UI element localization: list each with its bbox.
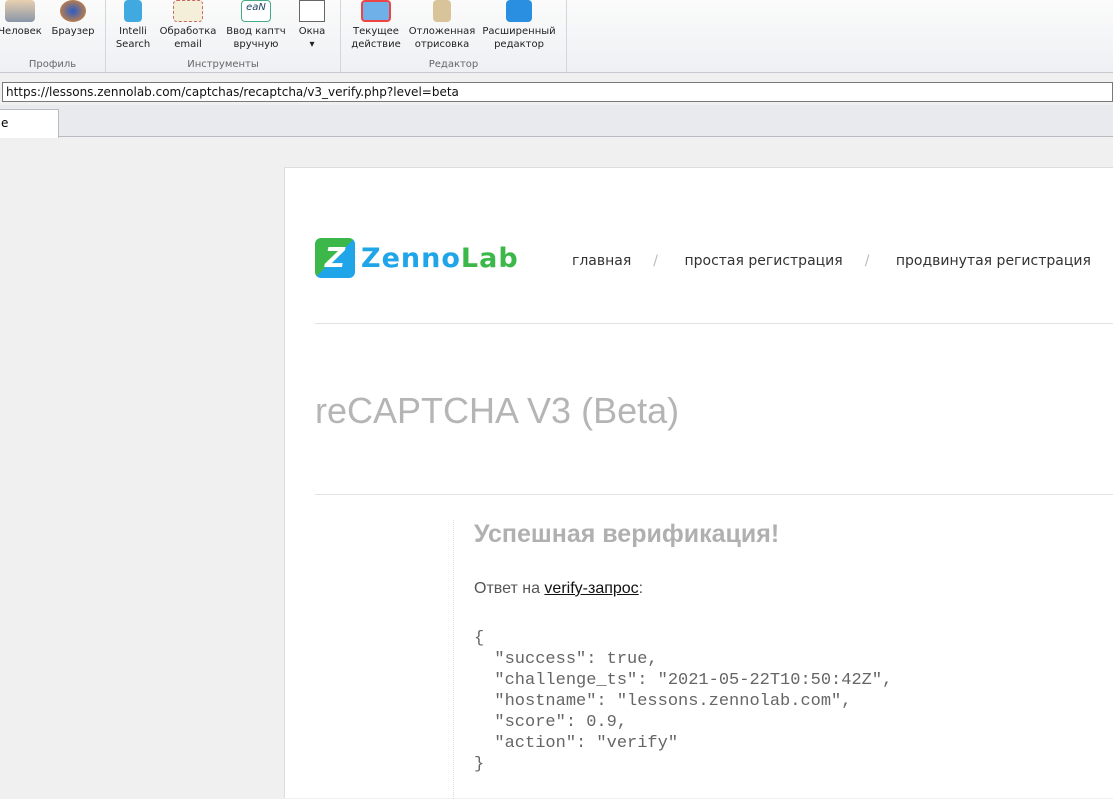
expand-icon xyxy=(506,0,532,22)
captcha-icon: eaN xyxy=(241,0,271,22)
site-nav: главная / простая регистрация / продвинута… xyxy=(572,253,1113,269)
verify-request-link[interactable]: verify-запрос xyxy=(544,580,638,597)
dotted-divider xyxy=(453,520,454,799)
group-editor: Текущее действие Отложенная отрисовка Ра… xyxy=(341,0,567,72)
success-heading: Успешная верификация! xyxy=(474,520,780,548)
ribbon-toolbar: Человек Браузер Профиль Intelli Search О… xyxy=(0,0,1113,73)
logo-mark-icon: Z xyxy=(315,238,355,278)
envelope-icon xyxy=(173,0,203,22)
page-title: reCAPTCHA V3 (Beta) xyxy=(315,390,680,431)
person-button[interactable]: Человек xyxy=(0,0,46,38)
group-label: Редактор xyxy=(428,59,479,70)
web-page: Z ZennoLab главная / простая регистрация /… xyxy=(284,167,1113,799)
windows-icon xyxy=(299,0,325,22)
current-action-icon xyxy=(361,0,391,22)
answer-line: Ответ на verify-запрос: xyxy=(474,580,644,597)
nav-simple-registration[interactable]: простая регистрация xyxy=(684,253,842,269)
group-label: Инструменты xyxy=(187,59,259,70)
group-tools: Intelli Search Обработка email eaN Ввод к… xyxy=(106,0,341,72)
nav-home[interactable]: главная xyxy=(572,253,631,269)
email-button[interactable]: Обработка email xyxy=(158,0,218,51)
verify-response-json: { "success": true, "challenge_ts": "2021… xyxy=(474,629,893,774)
person-icon xyxy=(5,0,35,22)
tab-strip: e xyxy=(0,105,1113,138)
zennolab-logo[interactable]: Z ZennoLab xyxy=(315,238,519,278)
current-action-button[interactable]: Текущее действие xyxy=(345,0,407,51)
group-label: Профиль xyxy=(28,59,77,70)
advanced-editor-button[interactable]: Расширенный редактор xyxy=(481,0,557,51)
browser-tab[interactable]: e xyxy=(0,109,59,138)
hourglass-icon xyxy=(433,0,451,22)
deferred-render-button[interactable]: Отложенная отрисовка xyxy=(407,0,477,51)
group-profile: Человек Браузер Профиль xyxy=(0,0,106,72)
browser-button[interactable]: Браузер xyxy=(48,0,98,38)
firefox-icon xyxy=(60,0,86,22)
intelli-search-button[interactable]: Intelli Search xyxy=(110,0,156,51)
windows-dropdown[interactable]: Окна ▾ xyxy=(292,0,332,51)
octopus-icon xyxy=(124,0,142,22)
divider xyxy=(315,494,1113,495)
address-bar[interactable]: https://lessons.zennolab.com/captchas/re… xyxy=(2,82,1113,102)
divider xyxy=(315,323,1113,324)
nav-advanced-registration[interactable]: продвинутая регистрация xyxy=(896,253,1091,269)
manual-captcha-button[interactable]: eaN Ввод каптч вручную xyxy=(224,0,288,51)
